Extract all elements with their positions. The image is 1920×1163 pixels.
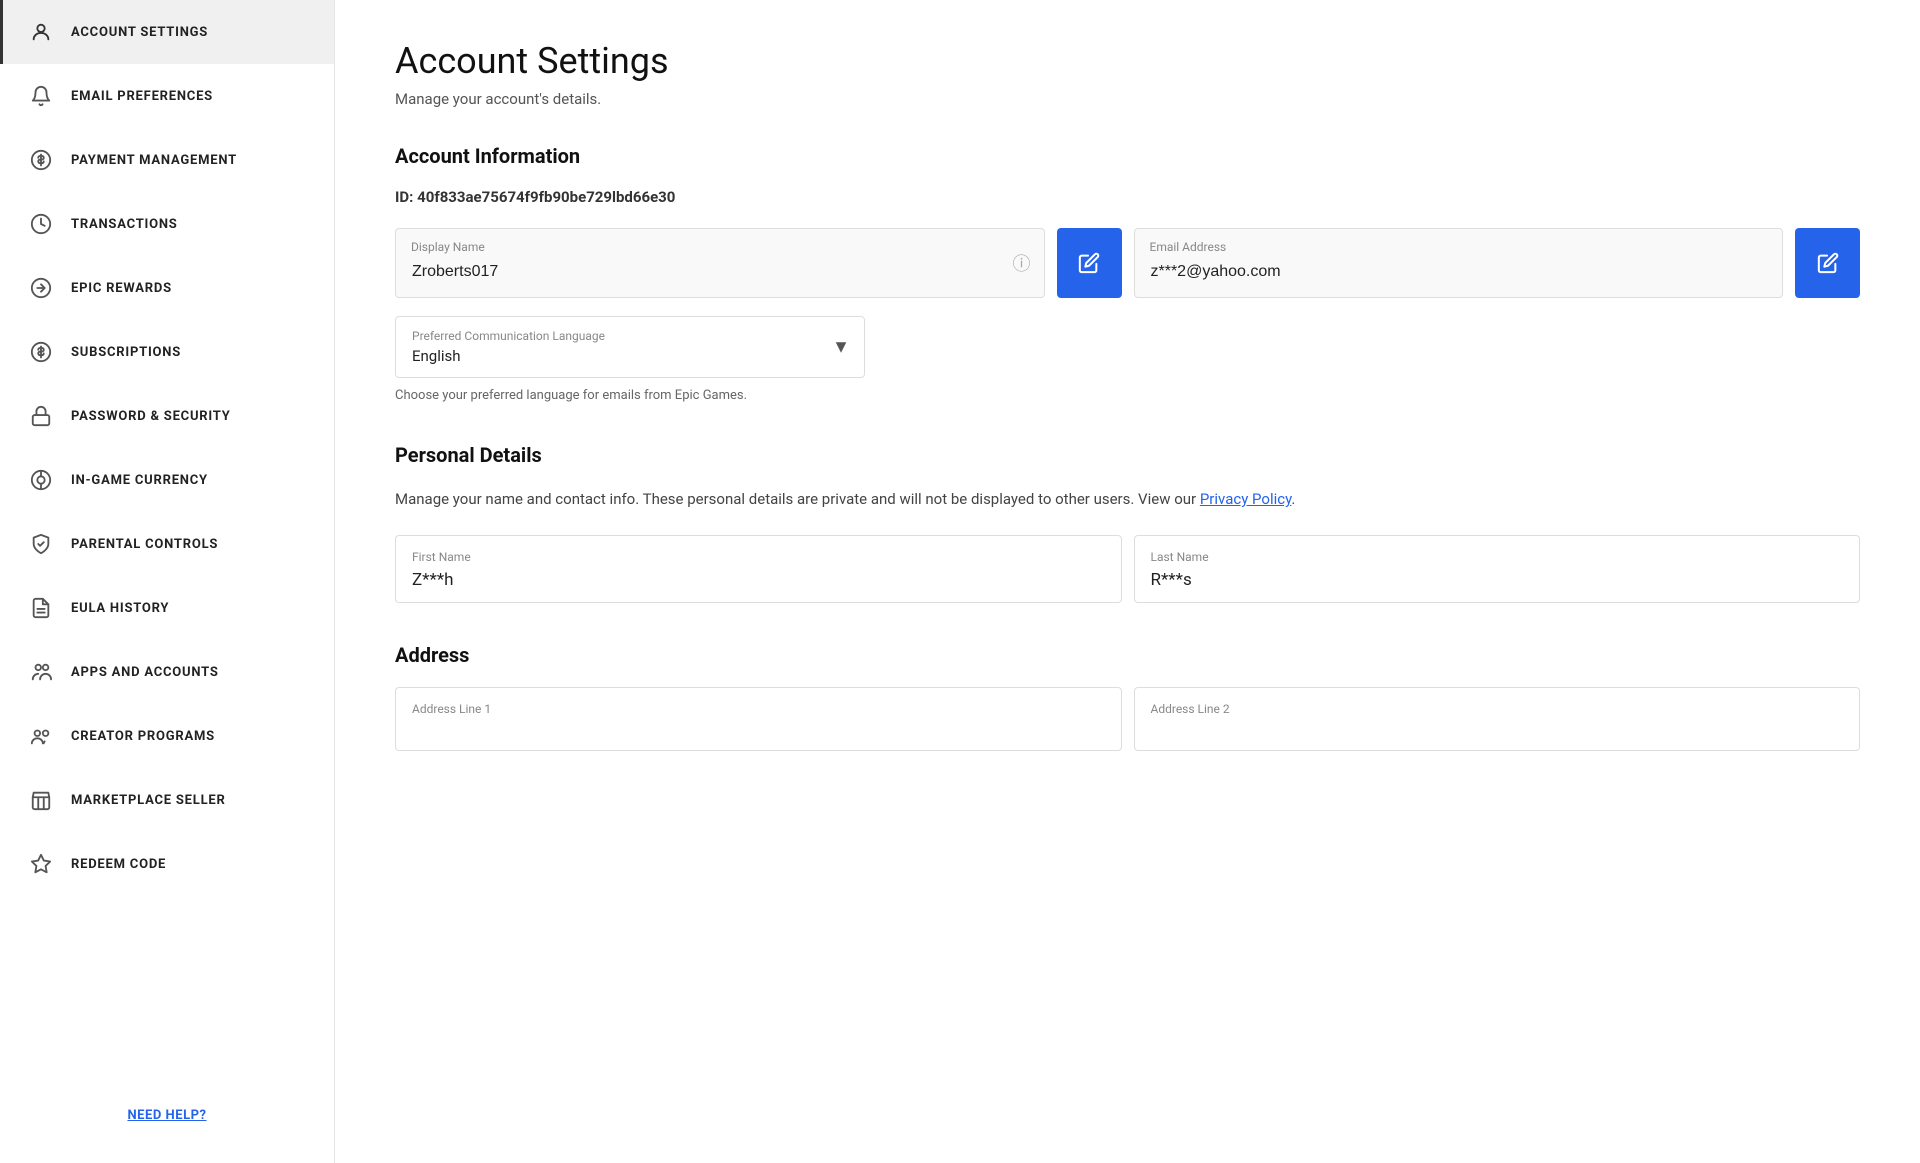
person-icon [27,18,55,46]
main-content: Account Settings Manage your account's d… [335,0,1920,1163]
last-name-value: R***s [1151,570,1844,590]
sidebar-item-account-settings[interactable]: Account Settings [0,0,334,64]
first-name-field: First Name Z***h [395,535,1122,603]
doc-icon [27,594,55,622]
apps-icon [27,658,55,686]
sidebar-label-marketplace-seller: Marketplace Seller [71,793,226,808]
first-name-value: Z***h [412,570,1105,590]
privacy-policy-link[interactable]: Privacy Policy [1200,490,1292,508]
shield-icon [27,530,55,558]
page-subtitle: Manage your account's details. [395,90,1860,108]
address-line2-field: Address Line 2 [1134,687,1861,751]
edit-display-name-button[interactable] [1057,228,1122,298]
sidebar-item-parental-controls[interactable]: Parental Controls [0,512,334,576]
language-hint: Choose your preferred language for email… [395,388,1860,403]
sidebar-item-payment-management[interactable]: Payment Management [0,128,334,192]
sidebar-item-creator-programs[interactable]: Creator Programs [0,704,334,768]
account-id-label: ID: [395,188,413,206]
sidebar-label-parental-controls: Parental Controls [71,537,218,552]
address-row: Address Line 1 Address Line 2 [395,687,1860,751]
sidebar-item-password-security[interactable]: Password & Security [0,384,334,448]
sidebar-item-transactions[interactable]: Transactions [0,192,334,256]
store-icon [27,786,55,814]
bell-icon [27,82,55,110]
sidebar-label-epic-rewards: Epic Rewards [71,281,172,296]
in-game-currency-icon [27,466,55,494]
account-info-title: Account Information [395,144,1860,168]
dollar-icon [27,146,55,174]
info-icon: ⓘ [1013,250,1031,276]
sidebar: Account Settings Email Preferences Payme… [0,0,335,1163]
display-name-input[interactable] [395,228,1045,298]
clock-icon [27,210,55,238]
sidebar-item-marketplace-seller[interactable]: Marketplace Seller [0,768,334,832]
sidebar-item-in-game-currency[interactable]: In-Game Currency [0,448,334,512]
email-input[interactable] [1134,228,1784,298]
address-title: Address [395,643,1860,667]
subscriptions-icon [27,338,55,366]
page-title: Account Settings [395,40,1860,82]
display-email-row: Display Name ⓘ Email Address [395,228,1860,298]
sidebar-item-apps-and-accounts[interactable]: Apps and Accounts [0,640,334,704]
sidebar-item-email-preferences[interactable]: Email Preferences [0,64,334,128]
name-row: First Name Z***h Last Name R***s [395,535,1860,603]
sidebar-label-eula-history: EULA History [71,601,169,616]
sidebar-item-eula-history[interactable]: EULA History [0,576,334,640]
edit-email-button[interactable] [1795,228,1860,298]
language-dropdown-value: English [412,347,848,365]
chevron-down-icon: ▼ [832,337,850,358]
language-dropdown[interactable]: Preferred Communication Language English… [395,316,865,378]
lock-icon [27,402,55,430]
sidebar-label-creator-programs: Creator Programs [71,729,215,744]
sidebar-label-email-preferences: Email Preferences [71,89,213,104]
account-id: ID: 40f833ae75674f9fb90be729lbd66e30 [395,188,1860,206]
sidebar-label-transactions: Transactions [71,217,178,232]
personal-intro-text: Manage your name and contact info. These… [395,490,1196,508]
address-line1-field: Address Line 1 [395,687,1122,751]
sidebar-label-redeem-code: Redeem Code [71,857,166,872]
sidebar-label-payment-management: Payment Management [71,153,237,168]
last-name-field: Last Name R***s [1134,535,1861,603]
address-line1-label: Address Line 1 [412,702,1105,716]
last-name-label: Last Name [1151,550,1844,564]
sidebar-help: NEED HELP? [0,1084,334,1143]
personal-details-title: Personal Details [395,443,1860,467]
sidebar-label-apps-and-accounts: Apps and Accounts [71,665,219,680]
language-dropdown-label: Preferred Communication Language [412,329,848,343]
first-name-label: First Name [412,550,1105,564]
email-group: Email Address [1134,228,1784,298]
sidebar-item-epic-rewards[interactable]: Epic Rewards [0,256,334,320]
creator-icon [27,722,55,750]
need-help-link[interactable]: NEED HELP? [127,1108,206,1123]
star-icon [27,850,55,878]
sidebar-item-subscriptions[interactable]: Subscriptions [0,320,334,384]
sidebar-item-redeem-code[interactable]: Redeem Code [0,832,334,896]
sidebar-label-in-game-currency: In-Game Currency [71,473,208,488]
personal-details-intro: Manage your name and contact info. These… [395,487,1860,511]
display-name-group: Display Name ⓘ [395,228,1045,298]
sidebar-label-account-settings: Account Settings [71,25,208,40]
sidebar-label-password-security: Password & Security [71,409,231,424]
sidebar-label-subscriptions: Subscriptions [71,345,181,360]
address-line2-label: Address Line 2 [1151,702,1844,716]
arrow-circle-icon [27,274,55,302]
account-id-value: 40f833ae75674f9fb90be729lbd66e30 [417,188,675,206]
